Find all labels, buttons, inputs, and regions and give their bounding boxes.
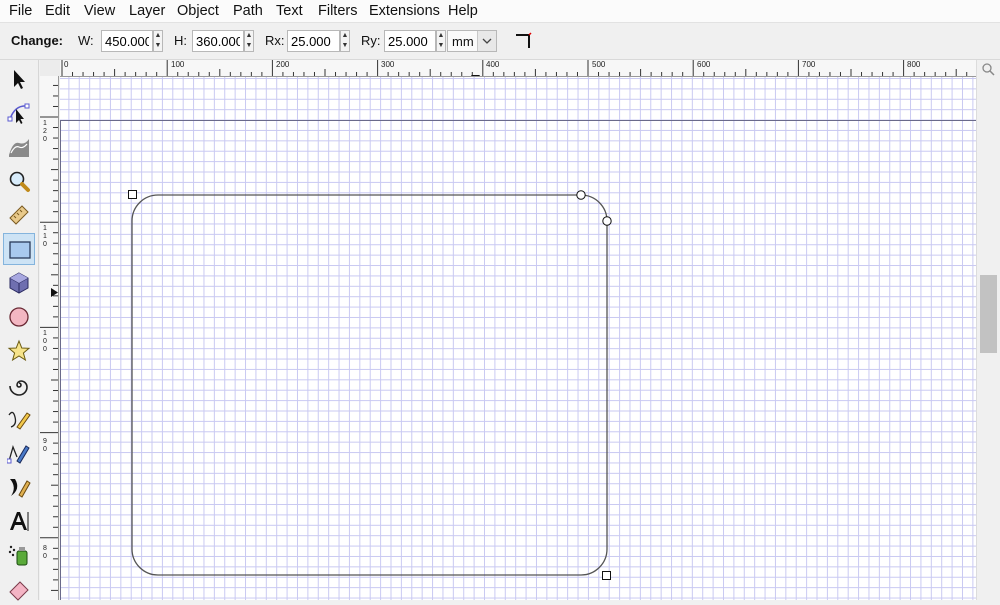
ry-spinbox: ▲▼	[384, 30, 447, 52]
text-tool[interactable]	[3, 505, 35, 537]
menu-edit[interactable]: Edit	[45, 2, 70, 20]
ruler-label: 400	[486, 60, 500, 69]
menu-text[interactable]: Text	[276, 2, 303, 20]
height-input[interactable]	[192, 30, 244, 52]
rect-tool-controls-bar: Change: W: ▲▼ H: ▲▼ Rx: ▲▼ Ry: ▲▼ mm	[0, 23, 1000, 60]
chevron-down-icon	[477, 31, 496, 51]
height-label: H:	[174, 33, 187, 48]
tweak-tool[interactable]	[3, 131, 35, 163]
selector-tool[interactable]	[3, 63, 35, 95]
ruler-label: 300	[381, 60, 395, 69]
ruler-label: 0	[64, 60, 69, 69]
pencil-tool[interactable]	[3, 403, 35, 435]
drawing-canvas[interactable]	[60, 77, 976, 600]
ruler-label: 1 2 0	[43, 120, 47, 143]
measure-tool[interactable]	[3, 199, 35, 231]
menu-filters[interactable]: Filters	[318, 2, 357, 20]
height-spinbox: ▲▼	[192, 30, 255, 52]
unit-select[interactable]: mm	[447, 30, 497, 52]
menu-help[interactable]: Help	[448, 2, 478, 20]
width-label: W:	[78, 33, 94, 48]
rounded-rectangle-shape[interactable]	[131, 194, 608, 576]
rx-radius-handle[interactable]	[576, 190, 586, 200]
ruler-label: 200	[276, 60, 290, 69]
canvas-drawing	[60, 120, 976, 600]
resize-handle-top-left[interactable]	[128, 190, 137, 199]
ruler-label: 8 0	[43, 545, 47, 560]
make-corners-sharp-icon[interactable]	[514, 31, 534, 51]
menu-bar: File Edit View Layer Object Path Text Fi…	[0, 0, 1000, 23]
ry-input[interactable]	[384, 30, 436, 52]
width-spin-arrows[interactable]: ▲ ▼	[153, 30, 163, 52]
ruler-label: 100	[171, 60, 185, 69]
ellipse-tool[interactable]	[3, 301, 35, 333]
ry-label: Ry:	[361, 33, 381, 48]
ruler-label: 9 0	[43, 438, 47, 453]
controls-title: Change:	[11, 33, 63, 48]
vertical-scrollbar[interactable]	[976, 60, 1000, 600]
horizontal-ruler-ticks	[61, 60, 968, 76]
ruler-label: 1 1 0	[43, 225, 47, 248]
menu-view[interactable]: View	[84, 2, 115, 20]
node-tool[interactable]	[3, 97, 35, 129]
rx-input[interactable]	[287, 30, 340, 52]
rx-spinbox: ▲▼	[287, 30, 351, 52]
eraser-tool[interactable]	[3, 573, 35, 605]
spray-tool[interactable]	[3, 539, 35, 571]
unit-value: mm	[452, 34, 474, 49]
menu-layer[interactable]: Layer	[129, 2, 165, 20]
ry-radius-handle[interactable]	[602, 216, 612, 226]
resize-handle-bottom-right[interactable]	[602, 571, 611, 580]
ruler-label: 500	[592, 60, 606, 69]
menu-extensions[interactable]: Extensions	[369, 2, 440, 20]
vertical-ruler[interactable]: 1 2 0 1 1 0 1 0 0 9 0 8 0	[40, 76, 59, 600]
rectangle-tool[interactable]	[3, 233, 35, 265]
width-spinbox: ▲▼	[101, 30, 164, 52]
ruler-label: 700	[802, 60, 816, 69]
rx-spin-arrows[interactable]: ▲ ▼	[340, 30, 350, 52]
ruler-pointer-icon	[471, 69, 480, 76]
rx-label: Rx:	[265, 33, 285, 48]
ry-spin-arrows[interactable]: ▲ ▼	[436, 30, 446, 52]
ruler-label: 800	[907, 60, 921, 69]
scrollbar-thumb[interactable]	[980, 275, 997, 353]
zoom-tool[interactable]	[3, 165, 35, 197]
ruler-label: 600	[697, 60, 711, 69]
horizontal-ruler[interactable]: 0 100 200 300 400 500 600 700 800	[60, 60, 976, 77]
menu-file[interactable]: File	[9, 2, 32, 20]
calligraphy-tool[interactable]	[3, 471, 35, 503]
toolbox	[0, 60, 39, 601]
3d-box-tool[interactable]	[3, 267, 35, 299]
zoom-indicator-icon	[981, 62, 995, 79]
ruler-label: 1 0 0	[43, 330, 47, 353]
height-spin-arrows[interactable]: ▲ ▼	[244, 30, 254, 52]
spiral-tool[interactable]	[3, 369, 35, 401]
star-tool[interactable]	[3, 335, 35, 367]
pen-tool[interactable]	[3, 437, 35, 469]
ruler-pointer-icon	[51, 284, 58, 300]
width-input[interactable]	[101, 30, 153, 52]
menu-path[interactable]: Path	[233, 2, 263, 20]
menu-object[interactable]: Object	[177, 2, 219, 20]
ruler-corner	[40, 60, 60, 76]
